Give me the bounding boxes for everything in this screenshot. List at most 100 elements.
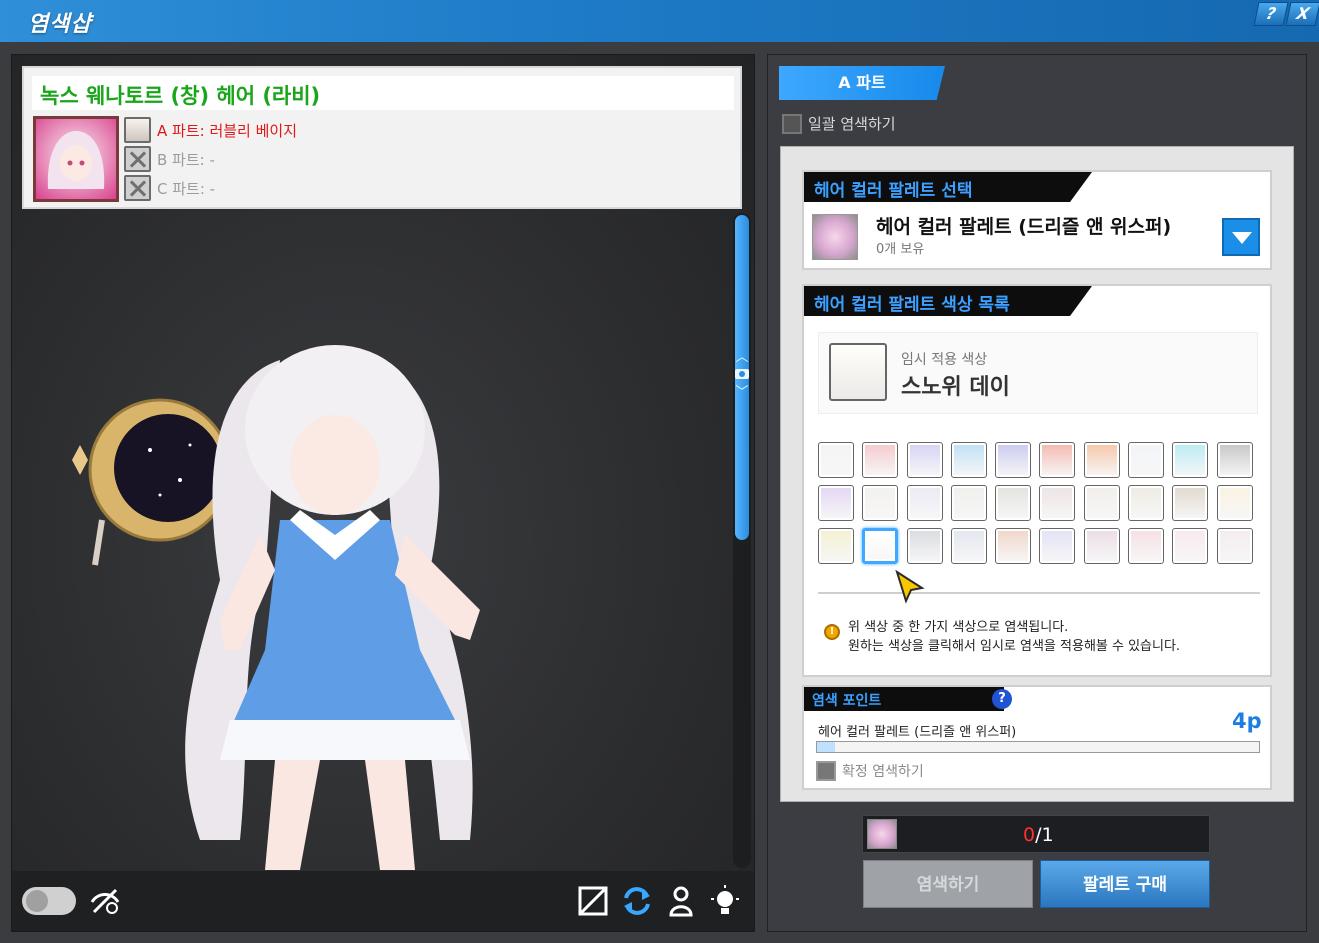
part-row-a[interactable]: A 파트: 러블리 베이지 (124, 117, 297, 143)
pose-icon[interactable] (664, 884, 698, 918)
color-swatch[interactable] (1083, 528, 1120, 564)
character-face (290, 415, 380, 515)
color-swatch[interactable] (862, 528, 899, 564)
buy-palette-button[interactable]: 팔레트 구매 (1040, 860, 1210, 908)
part-row-c: C 파트: - (124, 175, 215, 201)
part-row-b: B 파트: - (124, 146, 215, 172)
light-icon[interactable] (708, 884, 742, 918)
rotate-icon[interactable] (620, 884, 654, 918)
palette-dropdown-button[interactable] (1222, 218, 1260, 256)
camera-up-icon[interactable]: ︿ (733, 350, 751, 366)
color-swatch[interactable] (1039, 528, 1076, 564)
color-swatch[interactable] (1216, 485, 1253, 521)
tab-part-a[interactable]: A 파트 (779, 66, 945, 100)
dye-points-section: 염색 포인트 ? 헤어 컬러 팔레트 (드리즐 앤 위스퍼) 4p 확정 염색하… (802, 685, 1272, 790)
divider (818, 592, 1260, 594)
color-swatch[interactable] (950, 485, 987, 521)
character-illustration (72, 345, 480, 870)
palette-colors-section: 헤어 컬러 팔레트 색상 목록 임시 적용 색상 스노위 데이 ! 위 색상 중… (802, 284, 1272, 677)
temp-color-box: 임시 적용 색상 스노위 데이 (818, 332, 1258, 414)
notice-line-1: 위 색상 중 한 가지 색상으로 염색됩니다. (848, 620, 1069, 635)
color-swatch-grid (818, 442, 1258, 564)
color-swatch[interactable] (1083, 485, 1120, 521)
dye-points-title: 염색 포인트 (812, 693, 882, 709)
palette-select-section: 헤어 컬러 팔레트 선택 헤어 컬러 팔레트 (드리즐 앤 위스퍼) 0개 보유 (802, 170, 1272, 270)
color-swatch[interactable] (1039, 485, 1076, 521)
palette-count-icon (867, 819, 897, 849)
color-swatch[interactable] (950, 528, 987, 564)
title-bar: 염색샵 ? X (0, 0, 1319, 42)
points-help-icon[interactable]: ? (992, 689, 1012, 709)
confirm-dye-label: 확정 염색하기 (842, 764, 924, 780)
palette-colors-heading: 헤어 컬러 팔레트 색상 목록 (804, 286, 1092, 316)
color-swatch[interactable] (1216, 528, 1253, 564)
no-background-icon[interactable] (576, 884, 610, 918)
palette-item-icon (812, 214, 858, 260)
color-swatch[interactable] (818, 442, 854, 478)
temp-color-name: 스노위 데이 (901, 375, 1010, 400)
color-swatch[interactable] (818, 528, 854, 564)
zoom-scrollbar[interactable] (733, 213, 751, 868)
palette-count-text: 0/1 (1023, 824, 1054, 846)
hide-toggle-icon (26, 890, 48, 912)
points-progress-bar (816, 741, 1260, 753)
dye-points-heading: 염색 포인트 (804, 687, 1004, 711)
bulk-dye-row[interactable]: 일괄 염색하기 (782, 113, 896, 134)
help-button[interactable]: ? (1253, 2, 1289, 26)
color-swatch[interactable] (1128, 528, 1165, 564)
camera-icon[interactable] (734, 366, 750, 380)
points-value: 4p (1232, 709, 1262, 733)
close-button[interactable]: X (1285, 2, 1319, 26)
color-swatch[interactable] (818, 485, 854, 521)
hide-toggle[interactable] (22, 887, 76, 915)
camera-down-icon[interactable]: ﹀ (733, 385, 751, 401)
color-swatch[interactable] (995, 442, 1032, 478)
color-swatch[interactable] (906, 442, 943, 478)
color-swatch[interactable] (1039, 442, 1076, 478)
bulk-dye-checkbox[interactable] (782, 113, 802, 134)
avatar-portrait-icon (47, 131, 105, 189)
temp-color-label: 임시 적용 색상 (901, 352, 988, 368)
color-swatch[interactable] (1216, 442, 1253, 478)
temp-color-swatch (829, 343, 887, 401)
notice-icon: ! (824, 624, 840, 640)
color-swatch[interactable] (995, 528, 1032, 564)
window-title: 염색샵 (28, 12, 92, 37)
points-progress-fill (817, 742, 835, 752)
palette-name: 헤어 컬러 팔레트 (드리즐 앤 위스퍼) (876, 216, 1172, 238)
part-a-label: A 파트: 러블리 베이지 (157, 121, 298, 140)
color-swatch[interactable] (906, 528, 943, 564)
palette-select-heading: 헤어 컬러 팔레트 선택 (804, 172, 1092, 202)
dye-button[interactable]: 염색하기 (863, 860, 1033, 908)
item-info-card: 녹스 웨나토르 (창) 헤어 (라비) A 파트: 러블리 베이지 B 파트: … (22, 66, 742, 209)
hide-accessory-icon[interactable] (88, 884, 122, 918)
part-c-label: C 파트: - (157, 179, 216, 198)
palette-owned-count: 0개 보유 (876, 242, 925, 257)
mouse-cursor-icon (895, 570, 925, 604)
count-current: 0 (1023, 824, 1036, 846)
color-swatch[interactable] (906, 485, 943, 521)
color-swatch[interactable] (1172, 485, 1209, 521)
color-swatch[interactable] (1128, 485, 1165, 521)
notice-line-2: 원하는 색상을 클릭해서 임시로 염색을 적용해볼 수 있습니다. (848, 639, 1181, 654)
color-swatch[interactable] (1172, 528, 1209, 564)
color-swatch[interactable] (862, 485, 899, 521)
color-swatch[interactable] (1172, 442, 1209, 478)
confirm-dye-checkbox (816, 761, 836, 781)
confirm-dye-row: 확정 염색하기 (816, 761, 924, 781)
item-avatar (33, 116, 119, 202)
palette-count-bar: 0/1 (862, 815, 1210, 853)
points-item-name: 헤어 컬러 팔레트 (드리즐 앤 위스퍼) (818, 725, 1017, 740)
color-swatch[interactable] (995, 485, 1032, 521)
part-c-swatch (124, 175, 151, 201)
item-name: 녹스 웨나토르 (창) 헤어 (라비) (32, 76, 734, 110)
color-swatch[interactable] (862, 442, 899, 478)
bulk-dye-label: 일괄 염색하기 (808, 115, 896, 133)
color-swatch[interactable] (1128, 442, 1165, 478)
color-swatch[interactable] (950, 442, 987, 478)
part-a-swatch[interactable] (124, 117, 151, 143)
camera-controls[interactable]: ︿ ﹀ (733, 350, 751, 406)
color-swatch[interactable] (1083, 442, 1120, 478)
part-b-swatch (124, 146, 151, 172)
count-total: /1 (1035, 824, 1054, 846)
